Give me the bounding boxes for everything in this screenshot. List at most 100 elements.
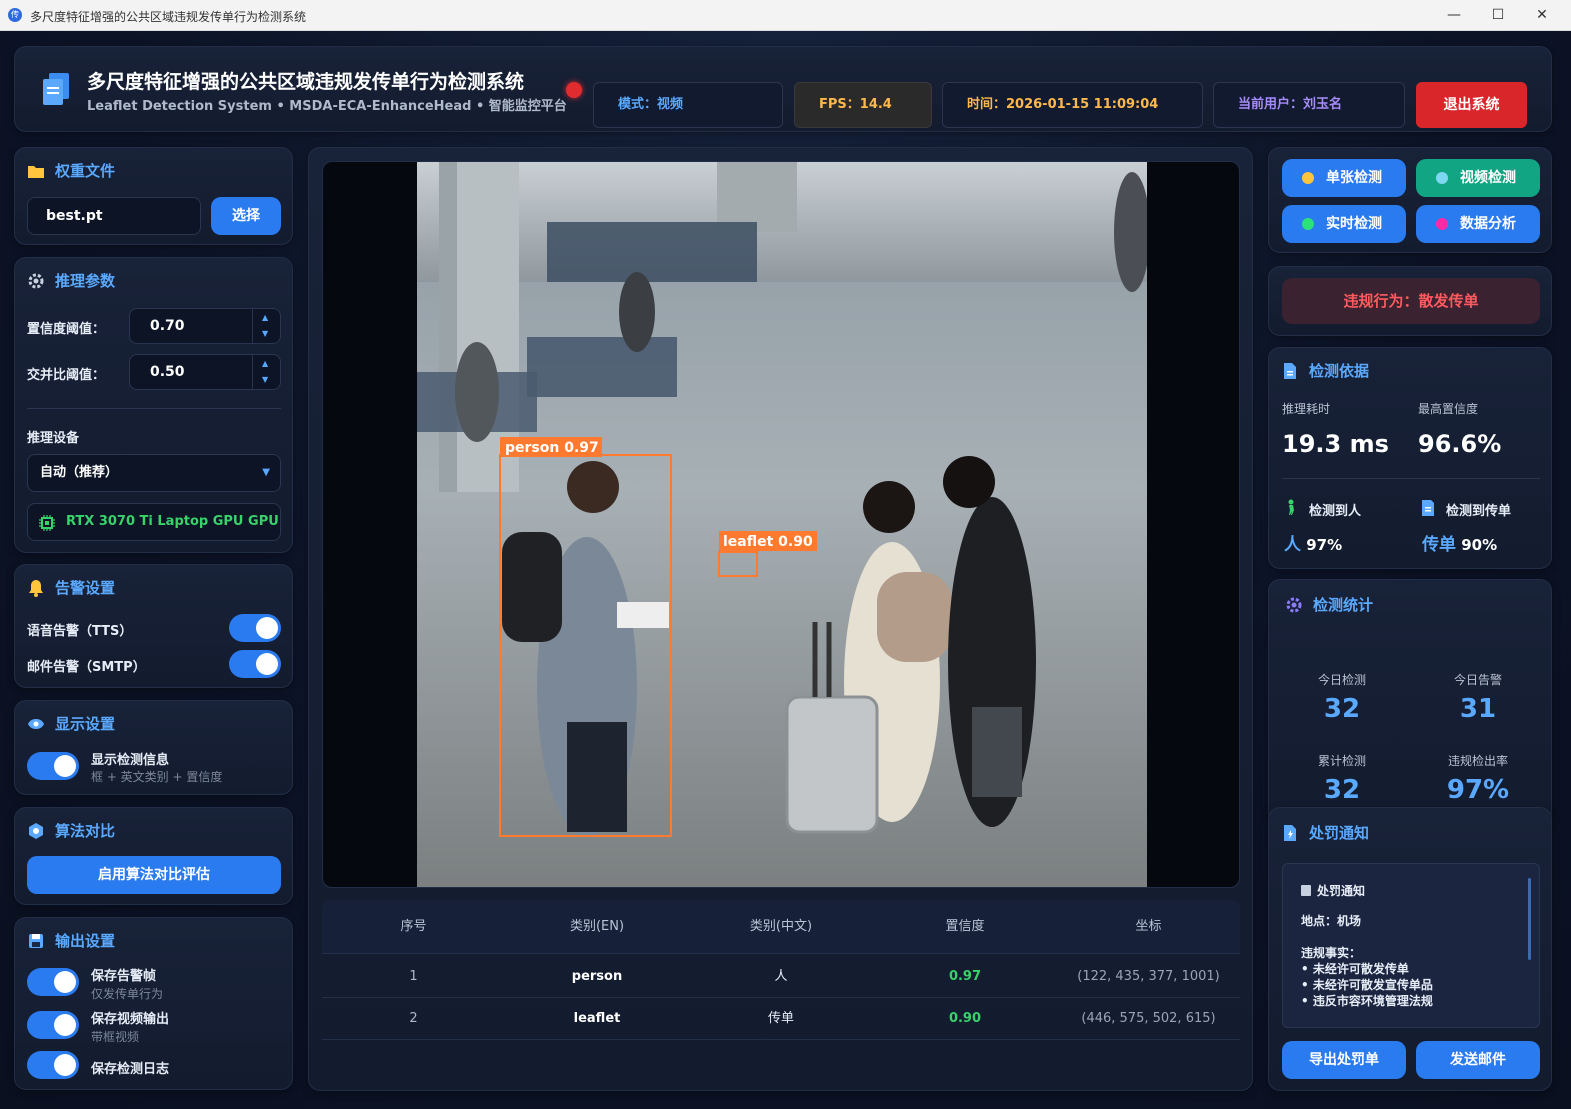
iou-spinbox[interactable]: 0.50 ▲ ▼	[129, 354, 281, 390]
eye-icon	[28, 718, 44, 729]
memo-icon	[1301, 885, 1311, 896]
max-conf-value: 96.6%	[1418, 430, 1502, 458]
notice-fact-item: • 未经许可散发传单	[1301, 962, 1409, 976]
today-detect-value: 32	[1323, 694, 1361, 724]
select-weights-button[interactable]: 选择	[211, 197, 281, 235]
inference-title: 推理参数	[27, 270, 115, 291]
infer-time-value: 19.3 ms	[1282, 430, 1389, 458]
smtp-toggle[interactable]	[229, 650, 281, 678]
save-icon	[29, 933, 43, 948]
person-detected-label: 检测到人	[1309, 504, 1362, 519]
chevron-down-icon[interactable]: ▼	[262, 455, 270, 491]
compare-button[interactable]: 启用算法对比评估	[27, 856, 281, 894]
save-log-toggle[interactable]	[27, 1051, 79, 1079]
person-icon	[1288, 499, 1294, 515]
stats-title-text: 检测统计	[1313, 596, 1374, 614]
recording-indicator-icon	[566, 82, 582, 98]
display-title: 显示设置	[27, 713, 115, 734]
export-notice-button[interactable]: 导出处罚单	[1282, 1041, 1406, 1079]
data-analysis-button[interactable]: 数据分析	[1416, 205, 1540, 243]
fps-display: FPS：14.4	[794, 82, 932, 128]
toggle-knob	[54, 971, 76, 993]
mode-display: 模式：视频	[593, 82, 783, 128]
iou-label: 交并比阈值：	[27, 368, 106, 383]
maximize-button[interactable]: ☐	[1484, 5, 1512, 25]
gpu-text: RTX 3070 Ti Laptop GPU GPU	[66, 514, 279, 529]
single-detect-button[interactable]: 单张检测	[1282, 159, 1406, 197]
folder-icon	[28, 165, 44, 178]
close-button[interactable]: ✕	[1528, 5, 1556, 25]
weights-panel: 权重文件 best.pt 选择	[14, 147, 293, 245]
compare-panel: 算法对比 启用算法对比评估	[14, 807, 293, 905]
person-label: person 0.97	[505, 440, 599, 456]
violation-badge: 违规行为：散发传单	[1282, 278, 1540, 324]
show-info-toggle[interactable]	[27, 752, 79, 780]
notice-content: 处罚通知 地点：机场 违规事实： • 未经许可散发传单 • 未经许可散发宣传单品…	[1282, 863, 1540, 1028]
video-detect-button[interactable]: 视频检测	[1416, 159, 1540, 197]
chevron-down-icon[interactable]: ▼	[262, 373, 268, 387]
cell-class-en: person	[571, 969, 623, 984]
tts-label: 语音告警（TTS）	[27, 624, 133, 639]
col-header-class-en: 类别(EN)	[569, 919, 625, 934]
chip-icon	[39, 515, 55, 531]
stats-panel: 检测统计 今日检测 32 今日告警 31 累计检测 32 违规检出率 97%	[1268, 579, 1552, 825]
weights-file-field[interactable]: best.pt	[27, 197, 201, 235]
minimize-button[interactable]: —	[1440, 5, 1468, 25]
notice-scrollbar[interactable]	[1528, 878, 1531, 960]
conf-stepper[interactable]: ▲ ▼	[252, 309, 280, 343]
conf-spinbox[interactable]: 0.70 ▲ ▼	[129, 308, 281, 344]
realtime-detect-label: 实时检测	[1326, 216, 1382, 232]
page-title: 多尺度特征增强的公共区域违规发传单行为检测系统	[87, 71, 525, 93]
single-detect-label: 单张检测	[1326, 170, 1382, 186]
detection-table: 序号 类别(EN) 类别(中文) 置信度 坐标 1 person 人 0.97 …	[322, 900, 1240, 1080]
cell-class-cn: 人	[774, 969, 788, 984]
col-header-conf: 置信度	[945, 919, 985, 934]
compare-title: 算法对比	[27, 820, 115, 841]
divider	[1282, 478, 1540, 479]
save-video-toggle[interactable]	[27, 1011, 79, 1039]
app-window: 传 多尺度特征增强的公共区域违规发传单行为检测系统 — ☐ ✕ 多尺度特征增强的…	[0, 0, 1571, 1109]
logout-button[interactable]: 退出系统	[1416, 82, 1527, 128]
show-info-sub: 框 + 英文类别 + 置信度	[91, 770, 223, 784]
app-icon: 传	[8, 8, 22, 22]
toggle-knob	[256, 653, 278, 675]
basis-title-text: 检测依据	[1309, 362, 1370, 380]
tts-toggle[interactable]	[229, 614, 281, 642]
user-display: 当前用户：刘玉名	[1213, 82, 1405, 128]
notice-title: 处罚通知	[1281, 822, 1369, 843]
iou-stepper[interactable]: ▲ ▼	[252, 355, 280, 389]
dot-icon	[1436, 218, 1448, 230]
table-row[interactable]: 1 person 人 0.97 (122, 435, 377, 1001)	[322, 956, 1240, 998]
chevron-up-icon[interactable]: ▲	[262, 357, 268, 371]
col-header-coords: 坐标	[1135, 919, 1162, 934]
send-email-button[interactable]: 发送邮件	[1416, 1041, 1540, 1079]
page-subtitle: Leaflet Detection System • MSDA-ECA-Enha…	[87, 99, 567, 114]
col-header-class-cn: 类别(中文)	[749, 919, 813, 934]
weights-title-text: 权重文件	[55, 162, 116, 180]
realtime-detect-button[interactable]: 实时检测	[1282, 205, 1406, 243]
inference-panel: 推理参数 置信度阈值： 0.70 ▲ ▼ 交并比阈值： 0.50 ▲ ▼ 推理设…	[14, 257, 293, 553]
cell-index: 2	[409, 1011, 418, 1026]
save-frames-toggle[interactable]	[27, 968, 79, 996]
today-alarm-value: 31	[1459, 694, 1497, 724]
device-value: 自动（推荐）	[40, 465, 119, 480]
window-title: 多尺度特征增强的公共区域违规发传单行为检测系统	[30, 10, 307, 24]
gpu-info: RTX 3070 Ti Laptop GPU GPU	[27, 503, 281, 541]
today-detect-label: 今日检测	[1317, 673, 1366, 687]
chevron-up-icon[interactable]: ▲	[262, 311, 268, 325]
weights-title: 权重文件	[27, 160, 115, 181]
divider	[27, 408, 281, 409]
output-title: 输出设置	[27, 930, 115, 951]
notice-facts-title: 违规事实：	[1301, 946, 1362, 960]
chevron-down-icon[interactable]: ▼	[262, 327, 268, 341]
save-video-label: 保存视频输出	[91, 1012, 170, 1027]
dot-icon	[1436, 172, 1448, 184]
iou-value: 0.50	[150, 364, 185, 380]
col-header-index: 序号	[400, 919, 427, 934]
table-row[interactable]: 2 leaflet 传单 0.90 (446, 575, 502, 615)	[322, 998, 1240, 1040]
today-alarm-label: 今日告警	[1453, 673, 1502, 687]
device-select[interactable]: 自动（推荐） ▼	[27, 454, 281, 492]
output-panel: 输出设置 保存告警帧 仅发传单行为 保存视频输出 带框视频 保存检测日志	[14, 917, 293, 1090]
show-info-label: 显示检测信息	[91, 753, 170, 768]
notice-inner-title: 处罚通知	[1301, 882, 1365, 899]
